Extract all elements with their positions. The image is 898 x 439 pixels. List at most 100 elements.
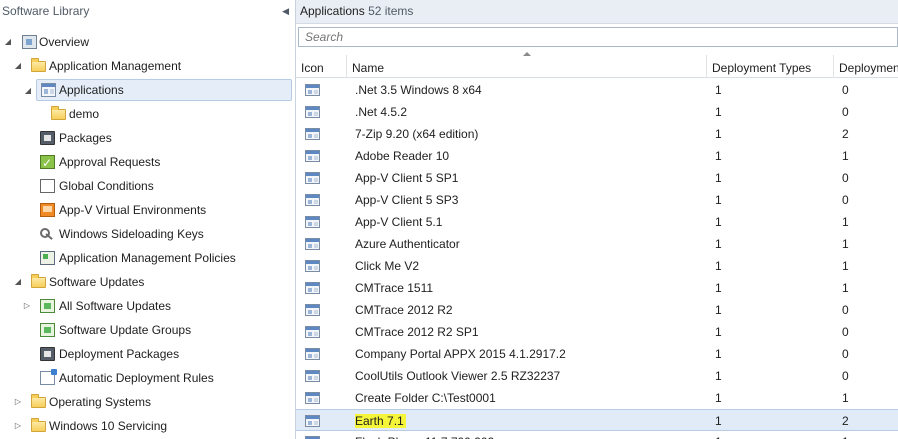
search-input[interactable] [298,27,898,47]
app-name-cell: CoolUtils Outlook Viewer 2.5 RZ32237 [355,365,705,387]
expand-arrow-icon[interactable]: ▷ [22,295,32,317]
table-row[interactable]: Company Portal APPX 2015 4.1.2917.2 1 0 [296,343,898,365]
tree-item-software-updates[interactable]: ◢ Software Updates [0,271,295,293]
application-icon [305,84,320,96]
table-row[interactable]: .Net 3.5 Windows 8 x64 1 0 [296,79,898,101]
tree-item-global-conditions[interactable]: Global Conditions [0,175,295,197]
deployment-types-cell: 1 [715,431,825,439]
tree-item-overview[interactable]: ◢ Overview [0,31,295,53]
table-row[interactable]: Flash Player 11.7.700.202 1 1 [296,431,898,439]
nav-pane-title: Software Library [2,4,90,18]
expand-arrow-icon[interactable]: ◢ [23,80,33,102]
table-row[interactable]: Create Folder C:\Test0001 1 1 [296,387,898,409]
column-header-icon[interactable]: Icon [296,55,347,78]
tree-item-label: Applications [59,83,124,97]
app-name-cell: Earth 7.1 [355,410,705,432]
tree-item-label: Packages [59,131,112,145]
application-icon [305,348,320,360]
deployment-types-cell: 1 [715,171,722,185]
table-row[interactable]: Click Me V2 1 1 [296,255,898,277]
expand-arrow-icon[interactable]: ◢ [13,271,23,293]
table-row[interactable]: CMTrace 1511 1 1 [296,277,898,299]
tree-item-deployment-packages[interactable]: Deployment Packages [0,343,295,365]
pane-title: Applications [300,4,365,18]
tree-item-packages[interactable]: Packages [0,127,295,149]
app-name: App-V Client 5.1 [355,215,443,229]
table-row[interactable]: Azure Authenticator 1 1 [296,233,898,255]
app-name-cell: Adobe Reader 10 [355,145,705,167]
table-row[interactable]: CMTrace 2012 R2 1 0 [296,299,898,321]
column-header-deployments[interactable]: Deploymen [834,55,898,78]
package-icon [40,347,55,361]
expand-arrow-icon[interactable]: ◢ [13,55,23,77]
tree-item-application-management-policies[interactable]: Application Management Policies [0,247,295,269]
table-row[interactable]: 7-Zip 9.20 (x64 edition) 1 2 [296,123,898,145]
tree-item-automatic-deployment-rules[interactable]: Automatic Deployment Rules [0,367,295,389]
application-icon [305,282,320,294]
application-icon [305,326,320,338]
app-name-cell: Click Me V2 [355,255,705,277]
deployments-cell: 0 [842,325,849,339]
navigation-pane: Software Library ◀ ◢ Overview ◢ Applicat… [0,0,296,439]
tree-item-appv-virtual-environments[interactable]: App-V Virtual Environments [0,199,295,221]
tree-item-operating-systems[interactable]: ▷ Operating Systems [0,391,295,413]
tree-item-label: App-V Virtual Environments [59,203,207,217]
column-header-name[interactable]: Name [347,55,707,78]
expand-arrow-icon[interactable]: ◢ [3,31,13,53]
table-row[interactable]: App-V Client 5.1 1 1 [296,211,898,233]
app-name: App-V Client 5 SP3 [355,193,459,207]
deployment-types-cell: 1 [715,281,722,295]
folder-icon [31,394,46,408]
tree-item-approval-requests[interactable]: Approval Requests [0,151,295,174]
deployment-types-cell: 1 [715,127,722,141]
app-name-cell: App-V Client 5.1 [355,211,705,233]
deployments-cell: 0 [842,193,849,207]
policy-icon [40,251,55,265]
collapse-pane-icon[interactable]: ◀ [282,0,289,22]
tree-item-windows-10-servicing[interactable]: ▷ Windows 10 Servicing [0,415,295,437]
table-row[interactable]: .Net 4.5.2 1 0 [296,101,898,123]
approval-icon [40,152,55,174]
tree-item-windows-sideloading-keys[interactable]: Windows Sideloading Keys [0,223,295,245]
table-row[interactable]: CMTrace 2012 R2 SP1 1 0 [296,321,898,343]
deployment-types-cell: 1 [715,83,722,97]
tree-item-all-software-updates[interactable]: ▷ All Software Updates [0,295,295,317]
deployments-cell: 2 [842,414,849,428]
table-row[interactable]: App-V Client 5 SP3 1 0 [296,189,898,211]
table-row[interactable]: CoolUtils Outlook Viewer 2.5 RZ32237 1 0 [296,365,898,387]
deployment-types-cell: 1 [715,303,722,317]
deployments-cell: 0 [842,369,849,383]
updates-icon [40,299,55,313]
expand-arrow-icon[interactable]: ▷ [13,415,23,437]
deployments-cell: 0 [842,105,849,119]
table-row[interactable]: Earth 7.1 1 2 [296,409,898,431]
app-name-cell: App-V Client 5 SP1 [355,167,705,189]
app-name-cell: App-V Client 5 SP3 [355,189,705,211]
tree-item-label: demo [69,107,100,121]
tree-item-label: Overview [39,35,90,49]
deployments-cell: 1 [842,259,849,273]
tree-item-label: Automatic Deployment Rules [59,371,214,385]
deployment-types-cell: 1 [715,414,722,428]
tree-item-label: Windows Sideloading Keys [59,227,204,241]
application-icon [41,83,56,97]
deployment-types-cell: 1 [715,105,722,119]
application-icon [305,392,320,404]
tree-item-label: Operating Systems [49,395,152,409]
deployment-types-cell: 1 [715,369,722,383]
tree-item-demo[interactable]: demo [0,103,295,125]
tree-item-application-management[interactable]: ◢ Application Management [0,55,295,77]
package-icon [40,131,55,145]
tree-item-software-update-groups[interactable]: Software Update Groups [0,319,295,341]
expand-arrow-icon[interactable]: ▷ [13,391,23,413]
table-row[interactable]: App-V Client 5 SP1 1 0 [296,167,898,189]
application-icon [305,260,320,272]
deployment-types-cell: 1 [715,193,722,207]
column-header-deployment-types[interactable]: Deployment Types [707,55,834,78]
app-name: 7-Zip 9.20 (x64 edition) [355,127,479,141]
table-row[interactable]: Adobe Reader 10 1 1 [296,145,898,167]
tree-item-applications[interactable]: ◢ Applications [25,79,292,101]
deployments-cell: 1 [842,281,849,295]
folder-icon [51,106,66,120]
app-name-cell: CMTrace 2012 R2 SP1 [355,321,705,343]
